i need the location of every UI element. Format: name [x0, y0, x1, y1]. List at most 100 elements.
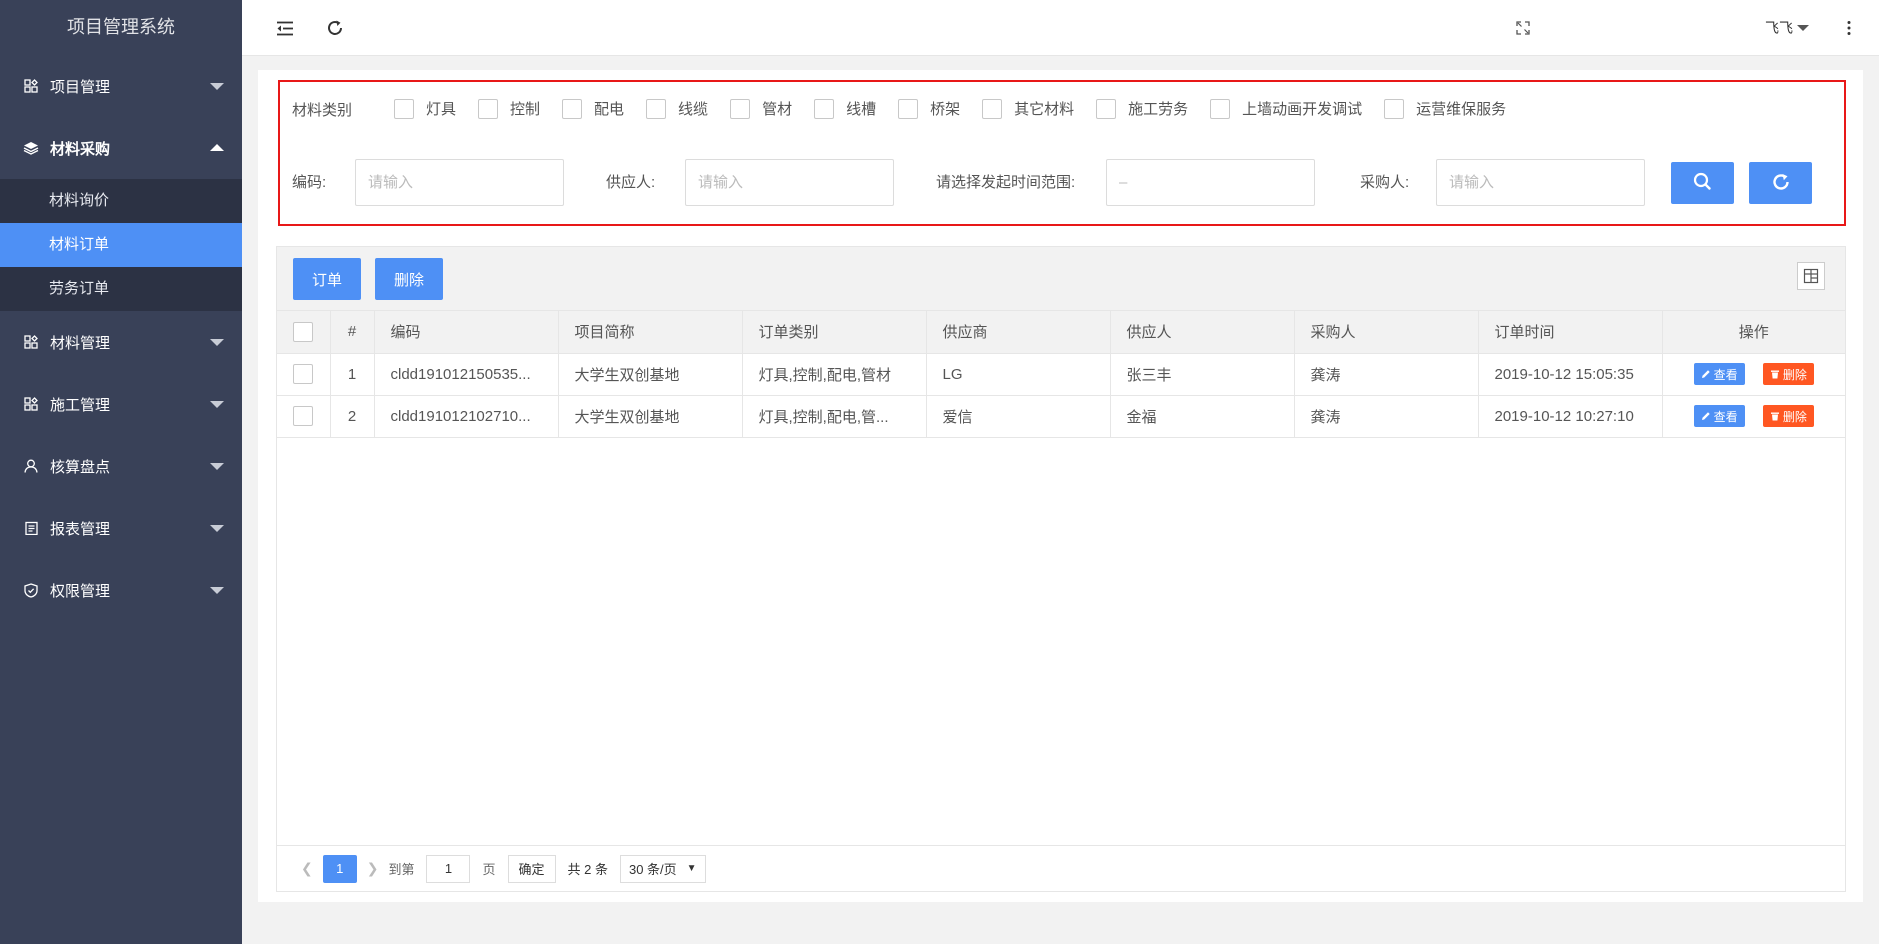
view-button[interactable]: 查看: [1693, 363, 1745, 385]
row-delete-button[interactable]: 删除: [1762, 405, 1814, 427]
checkbox-label: 上墙动画开发调试: [1242, 101, 1363, 118]
checkbox[interactable]: [1096, 98, 1117, 119]
cell-buyer: 龚涛: [1294, 353, 1479, 396]
layers-icon: [22, 139, 40, 157]
category-checkbox[interactable]: 配电: [562, 98, 624, 119]
row-delete-button[interactable]: 删除: [1762, 363, 1814, 385]
category-checkbox[interactable]: 线槽: [814, 98, 876, 119]
checkbox[interactable]: [1384, 98, 1405, 119]
page-size-value: 30 条/页: [628, 862, 677, 877]
checkbox[interactable]: [898, 98, 919, 119]
buyer-label: 采购人:: [1360, 174, 1410, 191]
cell-actions: 查看 删除: [1662, 353, 1845, 396]
cell-supplier: 爱信: [926, 395, 1111, 438]
column-header: 采购人: [1294, 311, 1479, 354]
category-checkbox[interactable]: 其它材料: [982, 98, 1074, 119]
sidebar-item-material-purchase[interactable]: 材料采购: [0, 117, 242, 179]
sidebar-item-label: 材料采购: [50, 140, 111, 158]
table-row: 1 cldd191012150535... 大学生双创基地 灯具,控制,配电,管…: [277, 353, 1845, 396]
sidebar-item-project-management[interactable]: 项目管理: [0, 55, 242, 117]
code-input[interactable]: [355, 159, 564, 206]
sidebar-item-label: 施工管理: [50, 396, 111, 414]
sidebar-submenu: 材料询价 材料订单 劳务订单: [0, 179, 242, 311]
sidebar-item-construction-management[interactable]: 施工管理: [0, 373, 242, 435]
category-checkbox[interactable]: 管材: [730, 98, 792, 119]
delete-button[interactable]: 删除: [375, 258, 444, 300]
next-page-icon[interactable]: ❯: [367, 860, 379, 877]
sidebar-item-permission-management[interactable]: 权限管理: [0, 559, 242, 621]
chevron-down-icon: [210, 463, 224, 470]
sidebar-item-report-management[interactable]: 报表管理: [0, 497, 242, 559]
date-range-input[interactable]: –: [1106, 159, 1315, 206]
checkbox[interactable]: [646, 98, 667, 119]
sidebar-subitem-labor-order[interactable]: 劳务订单: [0, 267, 242, 311]
goto-label: 到第: [388, 862, 415, 877]
view-button-label: 查看: [1713, 409, 1738, 424]
checkbox[interactable]: [730, 98, 751, 119]
category-checkbox[interactable]: 灯具: [394, 98, 456, 119]
checkbox-label: 管材: [762, 101, 793, 118]
edit-icon: [1701, 411, 1711, 421]
sidebar-item-label: 材料管理: [50, 334, 111, 352]
category-checkbox[interactable]: 线缆: [646, 98, 708, 119]
checkbox[interactable]: [394, 98, 414, 119]
category-checkbox[interactable]: 上墙动画开发调试: [1210, 98, 1362, 119]
cell-supplier-person: 金福: [1110, 395, 1295, 438]
page-size-select[interactable]: 30 条/页 ▼: [619, 854, 706, 883]
row-checkbox[interactable]: [293, 406, 314, 426]
main-panel: 材料类别 灯具 控制 配电 线缆 管材 线槽 桥架 其它材料 施工劳务 上墙动画…: [258, 70, 1863, 902]
delete-button-label: 删除: [1782, 367, 1807, 382]
cell-supplier-person: 张三丰: [1110, 353, 1295, 396]
delete-button-label: 删除: [1782, 409, 1807, 424]
code-label: 编码:: [292, 174, 327, 191]
chevron-down-icon: [210, 401, 224, 408]
top-header: 飞飞: [242, 0, 1879, 56]
cell-code: cldd191012102710...: [374, 395, 559, 438]
checkbox[interactable]: [1210, 98, 1231, 119]
checkbox-label: 线缆: [678, 101, 709, 118]
caret-down-icon: ▼: [686, 863, 697, 874]
category-checkbox[interactable]: 施工劳务: [1096, 98, 1188, 119]
goto-confirm-button[interactable]: 确定: [507, 854, 556, 883]
more-vertical-icon[interactable]: [1838, 17, 1860, 39]
sidebar-item-material-management[interactable]: 材料管理: [0, 311, 242, 373]
checkbox[interactable]: [478, 98, 499, 119]
chevron-up-icon: [210, 144, 224, 151]
chevron-down-icon: [210, 587, 224, 594]
search-button[interactable]: [1671, 162, 1734, 204]
refresh-icon[interactable]: [324, 17, 346, 39]
orders-table: # 编码 项目简称 订单类别 供应商 供应人 采购人 订单时间 操作 1 cld…: [277, 311, 1845, 438]
view-button[interactable]: 查看: [1693, 405, 1745, 427]
sidebar-item-label: 核算盘点: [50, 458, 111, 476]
checkbox-label: 其它材料: [1014, 101, 1075, 118]
reset-button[interactable]: [1749, 162, 1812, 204]
prev-page-icon[interactable]: ❮: [301, 860, 313, 877]
collapse-menu-icon[interactable]: [274, 17, 296, 39]
user-menu[interactable]: 飞飞: [1765, 18, 1809, 38]
cell-time: 2019-10-12 15:05:35: [1478, 353, 1663, 396]
category-checkbox[interactable]: 控制: [478, 98, 540, 119]
buyer-input[interactable]: [1436, 159, 1645, 206]
category-checkbox[interactable]: 桥架: [898, 98, 960, 119]
supplier-person-input[interactable]: [685, 159, 894, 206]
checkbox-label: 运营维保服务: [1416, 101, 1507, 118]
category-checkbox[interactable]: 运营维保服务: [1384, 98, 1506, 119]
create-order-button[interactable]: 订单: [293, 258, 362, 300]
checkbox[interactable]: [562, 98, 583, 119]
chevron-down-icon: [210, 525, 224, 532]
checkbox[interactable]: [982, 98, 1003, 119]
sidebar-item-accounting-inventory[interactable]: 核算盘点: [0, 435, 242, 497]
row-checkbox[interactable]: [293, 364, 314, 384]
sidebar-item-label: 权限管理: [50, 582, 111, 600]
current-page-button[interactable]: 1: [322, 854, 357, 883]
trash-icon: [1770, 369, 1780, 379]
select-all-checkbox[interactable]: [293, 321, 314, 342]
column-settings-icon[interactable]: [1797, 262, 1825, 290]
sidebar-subitem-material-order[interactable]: 材料订单: [0, 223, 242, 267]
column-header: 项目简称: [558, 311, 743, 354]
goto-page-input[interactable]: [426, 854, 471, 883]
fullscreen-icon[interactable]: [1512, 17, 1534, 39]
sidebar-subitem-material-inquiry[interactable]: 材料询价: [0, 179, 242, 223]
table-toolbar: 订单 删除: [277, 247, 1845, 311]
checkbox[interactable]: [814, 98, 835, 119]
